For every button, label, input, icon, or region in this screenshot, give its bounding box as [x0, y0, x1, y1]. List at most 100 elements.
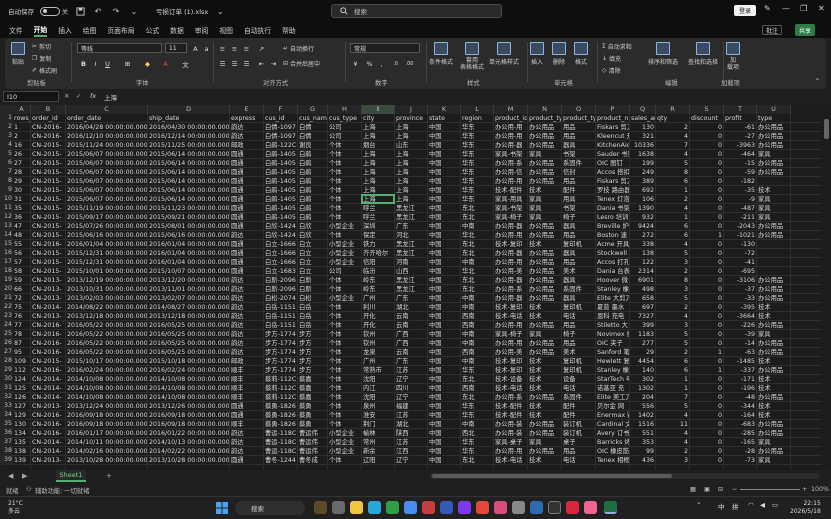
fill-color-icon[interactable]: ◆ — [143, 59, 152, 68]
row-header[interactable]: 18 — [0, 267, 13, 276]
column-header-f[interactable]: F — [264, 105, 298, 114]
column-header-n[interactable]: N — [528, 105, 562, 114]
next-sheet-icon[interactable]: ▶ — [22, 472, 27, 480]
scroll-thumb[interactable] — [432, 474, 672, 478]
red2-app-icon[interactable] — [566, 501, 579, 514]
minimize-icon[interactable]: — — [782, 4, 790, 13]
row-header[interactable]: 7 — [0, 168, 13, 177]
excel-app-icon[interactable] — [604, 501, 617, 514]
insert-cells-button[interactable]: 插入 — [530, 42, 544, 66]
ime-indicator[interactable]: 中 — [718, 501, 725, 511]
pink-app-icon[interactable] — [494, 501, 507, 514]
row-header[interactable]: 27 — [0, 348, 13, 357]
horizontal-scrollbar[interactable] — [430, 473, 820, 479]
page-break-view-icon[interactable]: ⊟ — [718, 486, 723, 493]
tab-data[interactable]: 数据 — [170, 25, 184, 35]
tab-draw[interactable]: 绘图 — [83, 25, 97, 35]
volume-icon[interactable]: ◀ — [760, 501, 765, 509]
system-clock[interactable]: 22:15 2026/5/18 — [790, 500, 821, 516]
wrap-text-button[interactable]: ↵ 自动换行 — [283, 44, 314, 53]
column-header-k[interactable]: K — [428, 105, 461, 114]
align-top-icon[interactable]: ≡ — [218, 44, 227, 53]
paste-button[interactable]: 粘贴 — [11, 42, 25, 66]
row-header[interactable]: 25 — [0, 330, 13, 339]
zoom-out-icon[interactable]: − — [732, 486, 737, 493]
column-header-p[interactable]: P — [596, 105, 630, 114]
cut-button[interactable]: ✂ 剪切 — [32, 42, 51, 51]
column-header-e[interactable]: E — [230, 105, 264, 114]
row-header[interactable]: 28 — [0, 357, 13, 366]
column-header-q[interactable]: Q — [630, 105, 656, 114]
column-header-b[interactable]: B — [31, 105, 66, 114]
customize-icon[interactable]: ⌄ — [128, 5, 140, 17]
copy-button[interactable]: ❐ 复制 — [32, 54, 51, 63]
row-header[interactable]: 23 — [0, 312, 13, 321]
column-header-h[interactable]: H — [328, 105, 362, 114]
orange-app-icon[interactable] — [476, 501, 489, 514]
row-header[interactable]: 39 — [0, 456, 13, 465]
collapse-ribbon-icon[interactable]: ⌃ — [813, 76, 822, 85]
zoom-slider[interactable] — [740, 489, 800, 490]
font-color-icon[interactable]: A — [161, 59, 170, 68]
row-header[interactable]: 37 — [0, 438, 13, 447]
task-view-icon[interactable] — [332, 501, 345, 514]
row-header[interactable]: 14 — [0, 231, 13, 240]
font-size-select[interactable]: 11 — [165, 43, 187, 53]
increase-indent-icon[interactable]: ⇥ — [269, 59, 278, 68]
row-header[interactable]: 19 — [0, 276, 13, 285]
row-header[interactable]: 9 — [0, 186, 13, 195]
decrease-decimal-icon[interactable]: .00 — [405, 59, 414, 68]
save-icon[interactable] — [74, 5, 86, 17]
row-header[interactable]: 17 — [0, 258, 13, 267]
row-header[interactable]: 15 — [0, 240, 13, 249]
number-format-select[interactable]: 常规 — [350, 43, 420, 53]
align-right-icon[interactable]: ☰ — [242, 59, 251, 68]
decrease-font-icon[interactable]: a — [202, 44, 211, 53]
row-header[interactable]: 36 — [0, 429, 13, 438]
windows-start-icon[interactable] — [216, 502, 228, 514]
column-header-a[interactable]: A — [13, 105, 31, 114]
format-cells-button[interactable]: 格式 — [574, 42, 588, 66]
delete-cells-button[interactable]: 删除 — [552, 42, 566, 66]
comments-button[interactable]: 批注 — [762, 25, 783, 35]
normal-view-icon[interactable]: ▦ — [690, 486, 696, 493]
row-header[interactable]: 11 — [0, 204, 13, 213]
tab-file[interactable]: 文件 — [9, 25, 23, 35]
vertical-scrollbar[interactable] — [822, 105, 831, 470]
word-app-icon[interactable] — [440, 501, 453, 514]
row-header[interactable]: 38 — [0, 447, 13, 456]
zoom-in-icon[interactable]: + — [802, 486, 807, 493]
row-header[interactable]: 30 — [0, 375, 13, 384]
underline-icon[interactable]: U — [103, 59, 112, 68]
row-header[interactable]: 3 — [0, 132, 13, 141]
format-painter-button[interactable]: ✐ 格式刷 — [32, 66, 57, 75]
row-header[interactable]: 34 — [0, 411, 13, 420]
currency-icon[interactable]: ¥ — [351, 59, 360, 68]
row-header[interactable]: 6 — [0, 159, 13, 168]
increase-font-icon[interactable]: A — [191, 44, 200, 53]
tab-help[interactable]: 帮助 — [282, 25, 296, 35]
row-header[interactable]: 10 — [0, 195, 13, 204]
font-name-select[interactable]: 等线 — [77, 43, 162, 53]
align-bottom-icon[interactable]: ≡ — [242, 44, 251, 53]
widget-app-icon[interactable] — [314, 501, 327, 514]
conditional-format-button[interactable]: 条件格式 — [429, 42, 453, 66]
tab-review[interactable]: 审阅 — [195, 25, 209, 35]
settings-app-icon[interactable] — [512, 501, 525, 514]
terminal-app-icon[interactable] — [548, 501, 561, 514]
find-select-button[interactable]: 查找和选择 — [688, 42, 718, 66]
accessibility-icon[interactable]: ⚇ — [26, 486, 32, 493]
row-header[interactable]: 4 — [0, 141, 13, 150]
wifi-icon[interactable]: ◠ — [748, 501, 754, 509]
row-header[interactable]: 35 — [0, 420, 13, 429]
column-header-c[interactable]: C — [66, 105, 148, 114]
row-header[interactable]: 16 — [0, 249, 13, 258]
restore-icon[interactable]: ❐ — [800, 4, 807, 13]
formula-input[interactable]: 上海 — [104, 92, 117, 102]
column-header-i[interactable]: I — [362, 105, 395, 114]
italic-icon[interactable]: I — [91, 59, 100, 68]
decrease-indent-icon[interactable]: ⇤ — [257, 59, 266, 68]
column-header-u[interactable]: U — [757, 105, 791, 114]
row-header[interactable]: 22 — [0, 303, 13, 312]
worksheet-grid[interactable]: ABCDEFGHIJKLMNOPQRSTU1rows_idorder_idord… — [0, 105, 822, 470]
